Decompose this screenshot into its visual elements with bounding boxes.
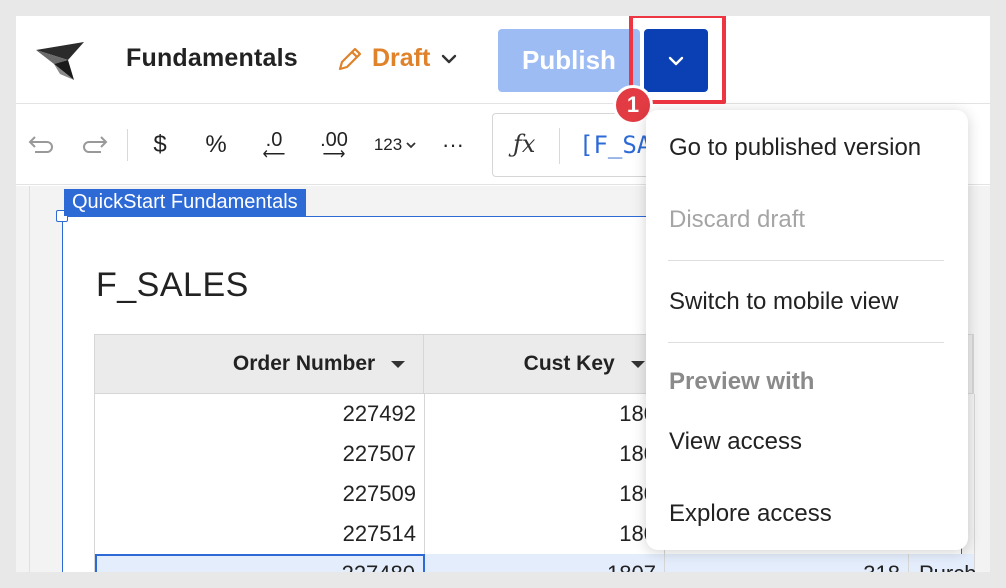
pencil-icon — [338, 47, 362, 70]
cell-order-number[interactable]: 227507 — [95, 434, 425, 474]
menu-item-switch-mobile-view[interactable]: Switch to mobile view — [669, 288, 898, 316]
draft-status-menu[interactable]: Draft — [336, 44, 460, 73]
toolbar-divider — [127, 129, 128, 161]
caret-down-icon[interactable] — [630, 360, 645, 368]
cell-order-number[interactable]: 227492 — [95, 394, 425, 434]
column-header-order-number[interactable]: Order Number — [95, 335, 425, 393]
menu-item-discard-draft: Discard draft — [669, 206, 806, 233]
increase-decimals-button[interactable]: .00 ⟶ — [312, 127, 356, 163]
cell-transaction[interactable]: Purch — [909, 554, 976, 572]
canvas-margin — [16, 186, 30, 572]
decrease-decimals-button[interactable]: .0 ⟵ — [254, 127, 294, 163]
column-header-cust-key[interactable]: Cust Key — [424, 335, 664, 393]
cell-cust-key[interactable]: 180 — [425, 474, 665, 514]
cell-extra[interactable]: 318 — [665, 554, 909, 572]
draft-label: Draft — [372, 44, 431, 72]
cell-cust-key[interactable]: 180 — [425, 514, 665, 554]
redo-button[interactable] — [78, 127, 112, 163]
formula-divider — [559, 128, 560, 164]
chevron-down-icon — [406, 142, 416, 149]
app-window: Fundamentals Draft Publish $ % .0 ⟵ .00 … — [16, 16, 990, 572]
menu-item-view-access[interactable]: View access — [669, 428, 802, 456]
formula-input[interactable]: [F_SA — [579, 131, 651, 159]
workbook-title[interactable]: Fundamentals — [126, 44, 298, 73]
undo-icon — [28, 136, 53, 153]
menu-divider — [668, 260, 944, 261]
menu-item-go-to-published[interactable]: Go to published version — [669, 134, 921, 162]
column-header-label: Order Number — [232, 352, 376, 375]
table-row-selected[interactable]: 227480 1807 318 Purch — [94, 554, 976, 572]
table-title[interactable]: F_SALES — [96, 266, 249, 305]
top-bar: Fundamentals Draft Publish — [16, 16, 990, 104]
cell-order-number[interactable]: 227480 — [95, 554, 425, 572]
fx-icon: ƒx — [513, 130, 536, 158]
chevron-down-icon — [442, 54, 457, 63]
arrow-left-icon: ⟵ — [262, 146, 286, 163]
number-format-menu[interactable]: 123 — [368, 127, 424, 163]
publish-options-menu: Go to published version Discard draft Sw… — [646, 110, 968, 550]
arrow-right-icon: ⟶ — [322, 146, 346, 163]
app-logo-icon[interactable] — [34, 40, 88, 82]
percent-format-button[interactable]: % — [200, 127, 232, 163]
currency-format-button[interactable]: $ — [146, 127, 174, 163]
undo-button[interactable] — [24, 127, 58, 163]
menu-divider — [668, 342, 944, 343]
element-label[interactable]: QuickStart Fundamentals — [64, 189, 306, 216]
number-format-label: 123 — [373, 135, 403, 154]
menu-item-explore-access[interactable]: Explore access — [669, 500, 832, 528]
cell-order-number[interactable]: 227509 — [95, 474, 425, 514]
more-options-button[interactable]: ··· — [436, 127, 470, 163]
caret-down-icon[interactable] — [391, 360, 406, 368]
redo-icon — [83, 136, 108, 153]
publish-button[interactable]: Publish — [498, 29, 640, 92]
column-header-label: Cust Key — [523, 352, 615, 375]
cell-cust-key[interactable]: 1807 — [425, 554, 665, 572]
cell-cust-key[interactable]: 180 — [425, 394, 665, 434]
menu-section-preview-with: Preview with — [669, 368, 815, 395]
cell-order-number[interactable]: 227514 — [95, 514, 425, 554]
cell-cust-key[interactable]: 180 — [425, 434, 665, 474]
